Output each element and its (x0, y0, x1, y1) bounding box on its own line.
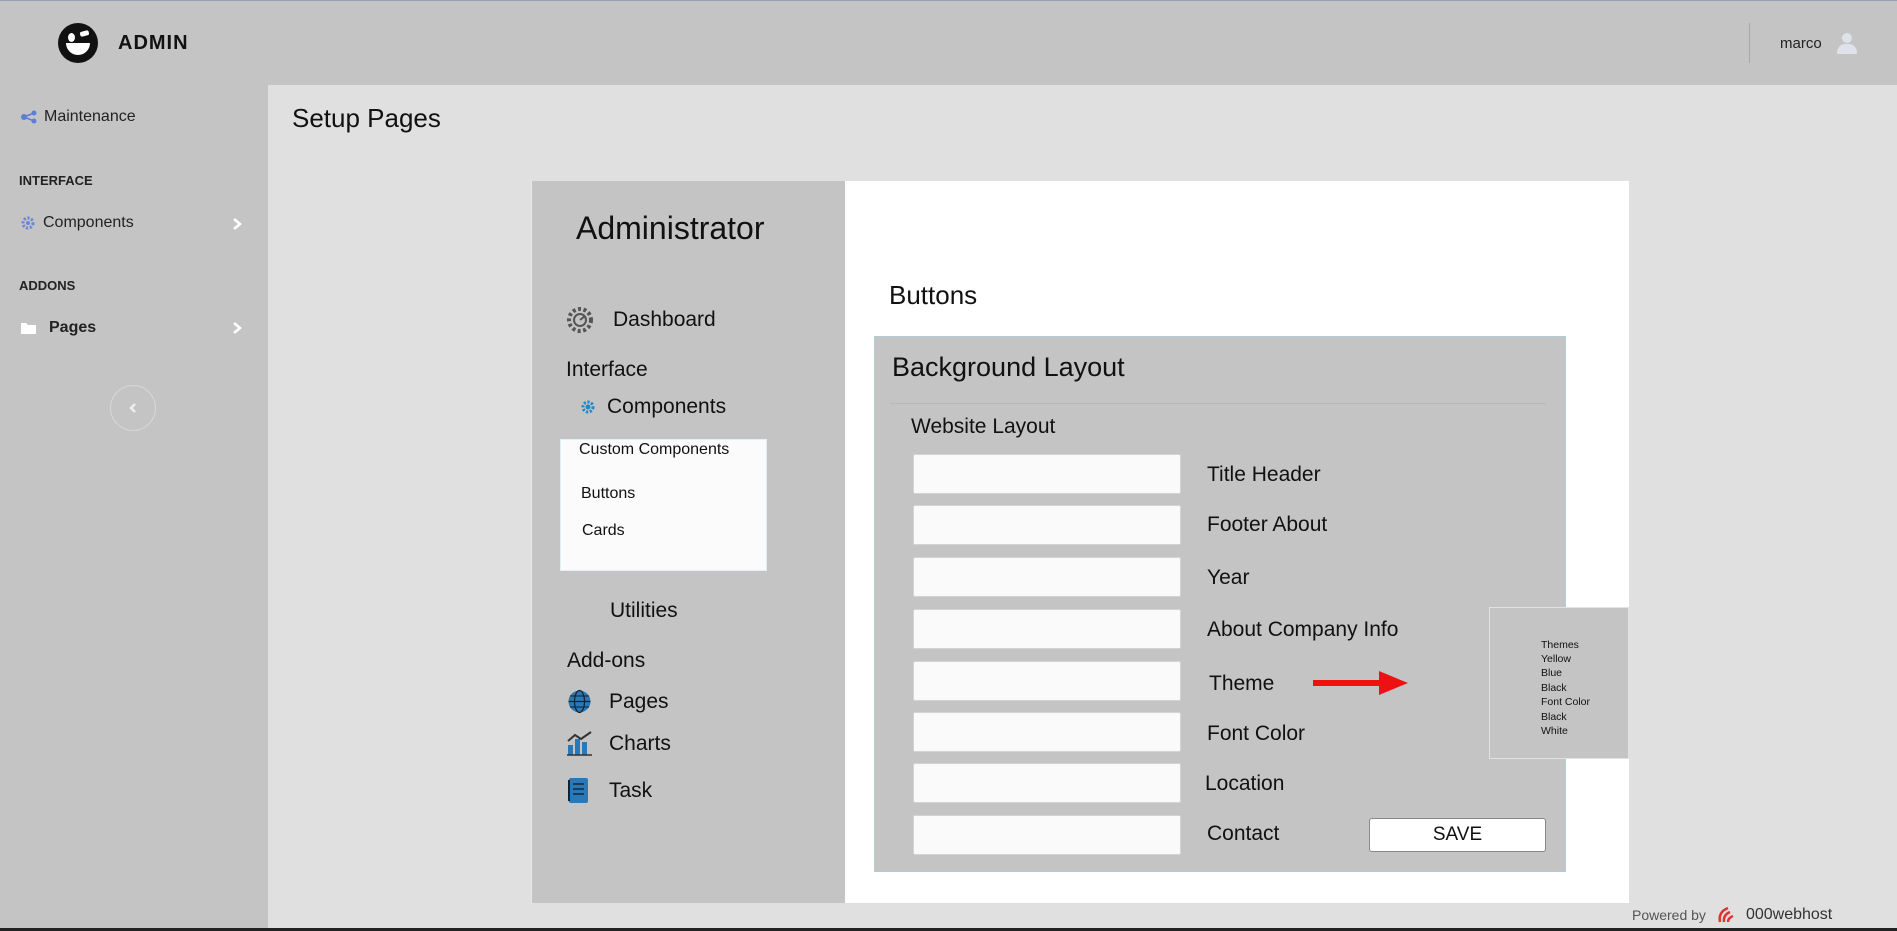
font-color-label: Font Color (1207, 722, 1306, 745)
preview-section-interface: Interface (566, 358, 648, 381)
theme-option-white[interactable]: White (1541, 725, 1568, 737)
panel-subheading: Website Layout (911, 415, 1056, 438)
sidebar-item-pages[interactable]: Pages (20, 319, 96, 337)
powered-by-text: Powered by (1632, 907, 1706, 923)
preview-section-addons: Add-ons (567, 649, 646, 672)
theme-label: Theme (1209, 672, 1275, 695)
chevron-left-icon (129, 403, 136, 413)
preview-nav-label: Task (609, 778, 653, 802)
theme-option-yellow[interactable]: Yellow (1541, 653, 1571, 665)
webhost-logo-icon (1718, 906, 1734, 923)
sidebar-item-maintenance[interactable]: Maintenance (20, 108, 136, 126)
preview-nav-label: Dashboard (613, 308, 716, 331)
preview-nav-label: Pages (609, 689, 669, 713)
footer-about-input[interactable] (913, 505, 1181, 545)
top-bar: ADMIN marco (0, 0, 1897, 85)
folder-icon (21, 323, 36, 334)
theme-option-blue[interactable]: Blue (1541, 667, 1562, 679)
page-title: Setup Pages (292, 103, 441, 133)
sidebar-item-label: Components (43, 214, 134, 231)
gear-icon (581, 400, 595, 414)
powered-by-badge[interactable]: Powered by 000webhost (1632, 904, 1832, 926)
preview-nav-label: Utilities (610, 599, 678, 622)
theme-input[interactable] (913, 661, 1181, 701)
sidebar-heading-addons: ADDONS (19, 278, 76, 293)
title-header-label: Title Header (1207, 463, 1321, 486)
font-color-input[interactable] (913, 712, 1181, 752)
sidebar-item-label: Pages (49, 319, 97, 336)
sidebar-toggle-button[interactable] (110, 385, 156, 431)
brand-name: ADMIN (118, 31, 189, 54)
year-input[interactable] (913, 557, 1181, 597)
gear-icon (21, 216, 35, 230)
contact-label: Contact (1207, 822, 1280, 845)
preview-nav-charts[interactable]: Charts (566, 731, 671, 756)
year-label: Year (1207, 566, 1250, 589)
sidebar-heading-interface: INTERFACE (19, 173, 93, 188)
panel-divider (890, 403, 1546, 404)
user-avatar-icon[interactable] (1836, 33, 1858, 55)
preview-nav-dashboard[interactable]: Dashboard (564, 304, 716, 336)
sidebar-item-components[interactable]: Components (20, 214, 134, 232)
webhost-name: 000webhost (1745, 906, 1833, 923)
footer-about-label: Footer About (1207, 513, 1328, 536)
about-company-info-input[interactable] (913, 609, 1181, 649)
chevron-right-icon[interactable] (232, 321, 242, 335)
save-button[interactable]: SAVE (1369, 818, 1546, 852)
globe-icon (568, 689, 591, 714)
location-label: Location (1205, 772, 1285, 795)
preview-nav-label: Components (607, 395, 727, 418)
theme-option-themes[interactable]: Themes (1541, 639, 1579, 651)
preview-nav-pages[interactable]: Pages (567, 689, 669, 714)
theme-option-black-2[interactable]: Black (1541, 711, 1567, 723)
submenu-item-buttons[interactable]: Buttons (581, 485, 635, 503)
location-input[interactable] (913, 763, 1181, 803)
preview-nav-utilities[interactable]: Utilities (610, 599, 678, 623)
about-company-info-label: About Company Info (1207, 618, 1399, 641)
submenu-item-custom-components[interactable]: Custom Components (579, 441, 729, 459)
preview-nav-components[interactable]: Components (580, 395, 726, 419)
theme-option-font-color[interactable]: Font Color (1541, 696, 1590, 708)
red-arrow-icon (1313, 671, 1408, 695)
contact-input[interactable] (913, 815, 1181, 855)
sidebar-item-label: Maintenance (44, 108, 136, 125)
dashboard-gear-icon (567, 307, 593, 333)
topbar-divider (1749, 23, 1750, 63)
bar-chart-icon (567, 731, 592, 756)
preview-nav-label: Charts (609, 731, 671, 755)
panel-title: Background Layout (892, 352, 1125, 382)
share-nodes-icon (21, 110, 37, 124)
preview-nav-task[interactable]: Task (567, 777, 652, 804)
smiley-logo-icon (58, 23, 98, 63)
submenu-item-cards[interactable]: Cards (582, 522, 625, 540)
section-title: Buttons (889, 280, 978, 310)
chevron-right-icon[interactable] (232, 217, 242, 231)
preview-title: Administrator (576, 210, 765, 246)
title-header-input[interactable] (913, 454, 1181, 494)
sidebar: Maintenance INTERFACE Components ADDONS … (0, 85, 268, 931)
user-name[interactable]: marco (1780, 35, 1822, 52)
notebook-icon (568, 778, 588, 803)
theme-option-black[interactable]: Black (1541, 682, 1567, 694)
brand[interactable]: ADMIN (58, 23, 189, 63)
